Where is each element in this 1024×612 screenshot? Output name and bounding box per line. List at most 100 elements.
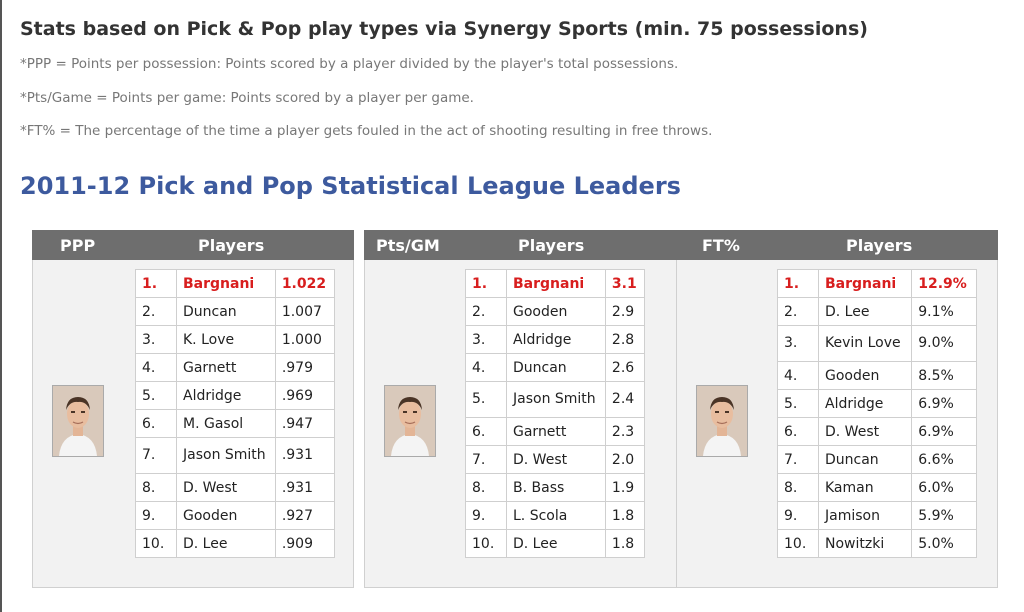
table-row: 4. Duncan 2.6 <box>465 353 646 382</box>
rank-cell: 6. <box>465 417 507 446</box>
player-name-cell: Jason Smith <box>506 381 606 418</box>
ppp-definition-note: *PPP = Points per possession: Points sco… <box>20 56 679 72</box>
player-name-cell: Duncan <box>176 297 276 326</box>
rank-cell: 8. <box>465 473 507 502</box>
stat-value-cell: 6.9% <box>911 417 977 446</box>
stat-value-cell: 5.0% <box>911 529 977 558</box>
player-name-cell: Bargnani <box>176 269 276 298</box>
table-row: 9. Jamison 5.9% <box>777 501 977 530</box>
rank-cell: 4. <box>135 353 177 382</box>
stat-value-cell: 6.0% <box>911 473 977 502</box>
player-name-cell: Gooden <box>176 501 276 530</box>
rank-cell: 3. <box>135 325 177 354</box>
players-column-header: Players <box>198 236 265 255</box>
stat-value-cell: 2.4 <box>604 381 646 418</box>
table-row: 8. D. West .931 <box>135 473 336 502</box>
stat-value-cell: 2.9 <box>604 297 646 326</box>
page-title: Stats based on Pick & Pop play types via… <box>20 18 868 40</box>
panel-body: 1. Bargnani 3.1 2. Gooden 2.9 3. Aldridge 2.8 4. D… <box>364 260 686 588</box>
rank-cell: 7. <box>465 445 507 474</box>
player-headshot-icon <box>53 386 103 456</box>
stat-value-cell: .979 <box>274 353 336 382</box>
player-photo <box>52 385 104 457</box>
player-photo <box>696 385 748 457</box>
table-row: 5. Jason Smith 2.4 <box>465 381 646 418</box>
stat-value-cell: 1.9 <box>604 473 646 502</box>
players-column-header: Players <box>846 236 913 255</box>
player-name-cell: D. West <box>506 445 606 474</box>
stat-value-cell: 3.1 <box>604 269 646 298</box>
stat-value-cell: 6.9% <box>911 389 977 418</box>
panel-header: PPP Players <box>32 230 354 260</box>
player-name-cell: D. Lee <box>506 529 606 558</box>
table-row: 2. Duncan 1.007 <box>135 297 336 326</box>
player-name-cell: D. West <box>176 473 276 502</box>
rank-cell: 9. <box>777 501 819 530</box>
player-name-cell: Jason Smith <box>176 437 276 474</box>
table-row: 10. Nowitzki 5.0% <box>777 529 977 558</box>
table-row: 1. Bargnani 12.9% <box>777 269 977 298</box>
table-row: 9. L. Scola 1.8 <box>465 501 646 530</box>
rank-cell: 6. <box>777 417 819 446</box>
table-row: 5. Aldridge .969 <box>135 381 336 410</box>
leaders-table: 1. Bargnani 3.1 2. Gooden 2.9 3. Aldridge 2.8 4. D… <box>465 269 646 558</box>
rank-cell: 7. <box>135 437 177 474</box>
stat-value-cell: .931 <box>274 473 336 502</box>
rank-cell: 9. <box>465 501 507 530</box>
rank-cell: 2. <box>465 297 507 326</box>
stat-column-header: PPP <box>60 236 96 255</box>
table-row: 7. Jason Smith .931 <box>135 437 336 474</box>
stat-value-cell: 2.6 <box>604 353 646 382</box>
player-name-cell: Duncan <box>817 445 913 474</box>
player-name-cell: Gooden <box>817 361 913 390</box>
stat-value-cell: .969 <box>274 381 336 410</box>
stat-value-cell: 2.0 <box>604 445 646 474</box>
rank-cell: 7. <box>777 445 819 474</box>
rank-cell: 5. <box>777 389 819 418</box>
table-row: 3. Aldridge 2.8 <box>465 325 646 354</box>
table-row: 2. D. Lee 9.1% <box>777 297 977 326</box>
rank-cell: 1. <box>135 269 177 298</box>
rank-cell: 4. <box>465 353 507 382</box>
rank-cell: 2. <box>777 297 819 326</box>
rank-cell: 6. <box>135 409 177 438</box>
stat-value-cell: 1.000 <box>274 325 336 354</box>
player-headshot-icon <box>385 386 435 456</box>
rank-cell: 8. <box>777 473 819 502</box>
rank-cell: 3. <box>465 325 507 354</box>
stat-value-cell: 2.3 <box>604 417 646 446</box>
rank-cell: 1. <box>465 269 507 298</box>
player-name-cell: B. Bass <box>506 473 606 502</box>
table-row: 3. Kevin Love 9.0% <box>777 325 977 362</box>
player-name-cell: Aldridge <box>817 389 913 418</box>
player-name-cell: D. Lee <box>176 529 276 558</box>
player-name-cell: Nowitzki <box>817 529 913 558</box>
rank-cell: 1. <box>777 269 819 298</box>
player-name-cell: Bargnani <box>506 269 606 298</box>
page-left-border <box>0 0 2 612</box>
rank-cell: 5. <box>465 381 507 418</box>
panel-body: 1. Bargnani 12.9% 2. D. Lee 9.1% 3. Kevin Love 9… <box>676 260 998 588</box>
table-row: 7. Duncan 6.6% <box>777 445 977 474</box>
player-headshot-icon <box>697 386 747 456</box>
stat-value-cell: .909 <box>274 529 336 558</box>
player-name-cell: Aldridge <box>506 325 606 354</box>
panel-header: Pts/GM Players <box>364 230 686 260</box>
player-name-cell: D. Lee <box>817 297 913 326</box>
player-name-cell: Kevin Love <box>817 325 913 362</box>
section-title: 2011-12 Pick and Pop Statistical League … <box>20 172 681 200</box>
rank-cell: 2. <box>135 297 177 326</box>
player-name-cell: Bargnani <box>817 269 913 298</box>
stat-value-cell: 6.6% <box>911 445 977 474</box>
leaders-table: 1. Bargnani 1.022 2. Duncan 1.007 3. K. Love 1.0… <box>135 269 336 558</box>
table-row: 10. D. Lee 1.8 <box>465 529 646 558</box>
player-name-cell: Kaman <box>817 473 913 502</box>
player-name-cell: Aldridge <box>176 381 276 410</box>
player-name-cell: Garnett <box>506 417 606 446</box>
rank-cell: 10. <box>135 529 177 558</box>
table-row: 8. B. Bass 1.9 <box>465 473 646 502</box>
panel-header: FT% Players <box>676 230 998 260</box>
ppp-leaders-panel: PPP Players 1. Bargnani 1.022 2. Duncan 1.007… <box>32 230 354 589</box>
pts-game-definition-note: *Pts/Game = Points per game: Points scor… <box>20 90 474 106</box>
table-row: 1. Bargnani 3.1 <box>465 269 646 298</box>
